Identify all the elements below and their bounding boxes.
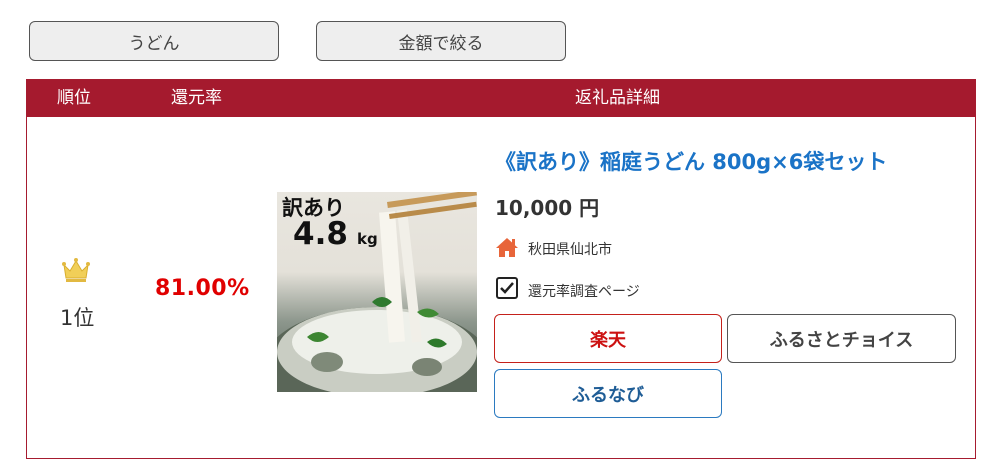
furusato-choice-button[interactable]: ふるさとチョイス (727, 314, 956, 363)
product-image[interactable]: 訳あり 4.8 kg (277, 192, 477, 392)
header-rank: 順位 (57, 88, 91, 108)
image-label-weight: 4.8 (293, 216, 348, 252)
header-detail: 返礼品詳細 (575, 88, 660, 108)
location-text: 秋田県仙北市 (528, 242, 612, 258)
amount-filter-button[interactable]: 金額で絞る (316, 21, 566, 61)
table-header: 順位 還元率 返礼品詳細 (27, 80, 975, 117)
survey-page-link[interactable]: 還元率調査ページ (528, 281, 640, 301)
ranking-table: 順位 還元率 返礼品詳細 1位 81.00% 訳あり 4.8 kg 《訳あり》稲… (26, 79, 976, 459)
product-title-link[interactable]: 《訳あり》稲庭うどん 800g×6袋セット (495, 146, 887, 176)
checkbox-icon[interactable] (496, 277, 518, 299)
crown-icon (62, 258, 90, 282)
return-rate: 81.00% (155, 276, 250, 301)
product-price: 10,000 円 (495, 196, 600, 220)
furunavi-button[interactable]: ふるなび (494, 369, 722, 418)
keyword-filter-button[interactable]: うどん (29, 21, 279, 61)
header-rate: 還元率 (171, 88, 222, 108)
image-label-unit: kg (357, 230, 378, 248)
rakuten-button[interactable]: 楽天 (494, 314, 722, 363)
rank-label: 1位 (60, 306, 95, 330)
home-icon (496, 238, 518, 257)
